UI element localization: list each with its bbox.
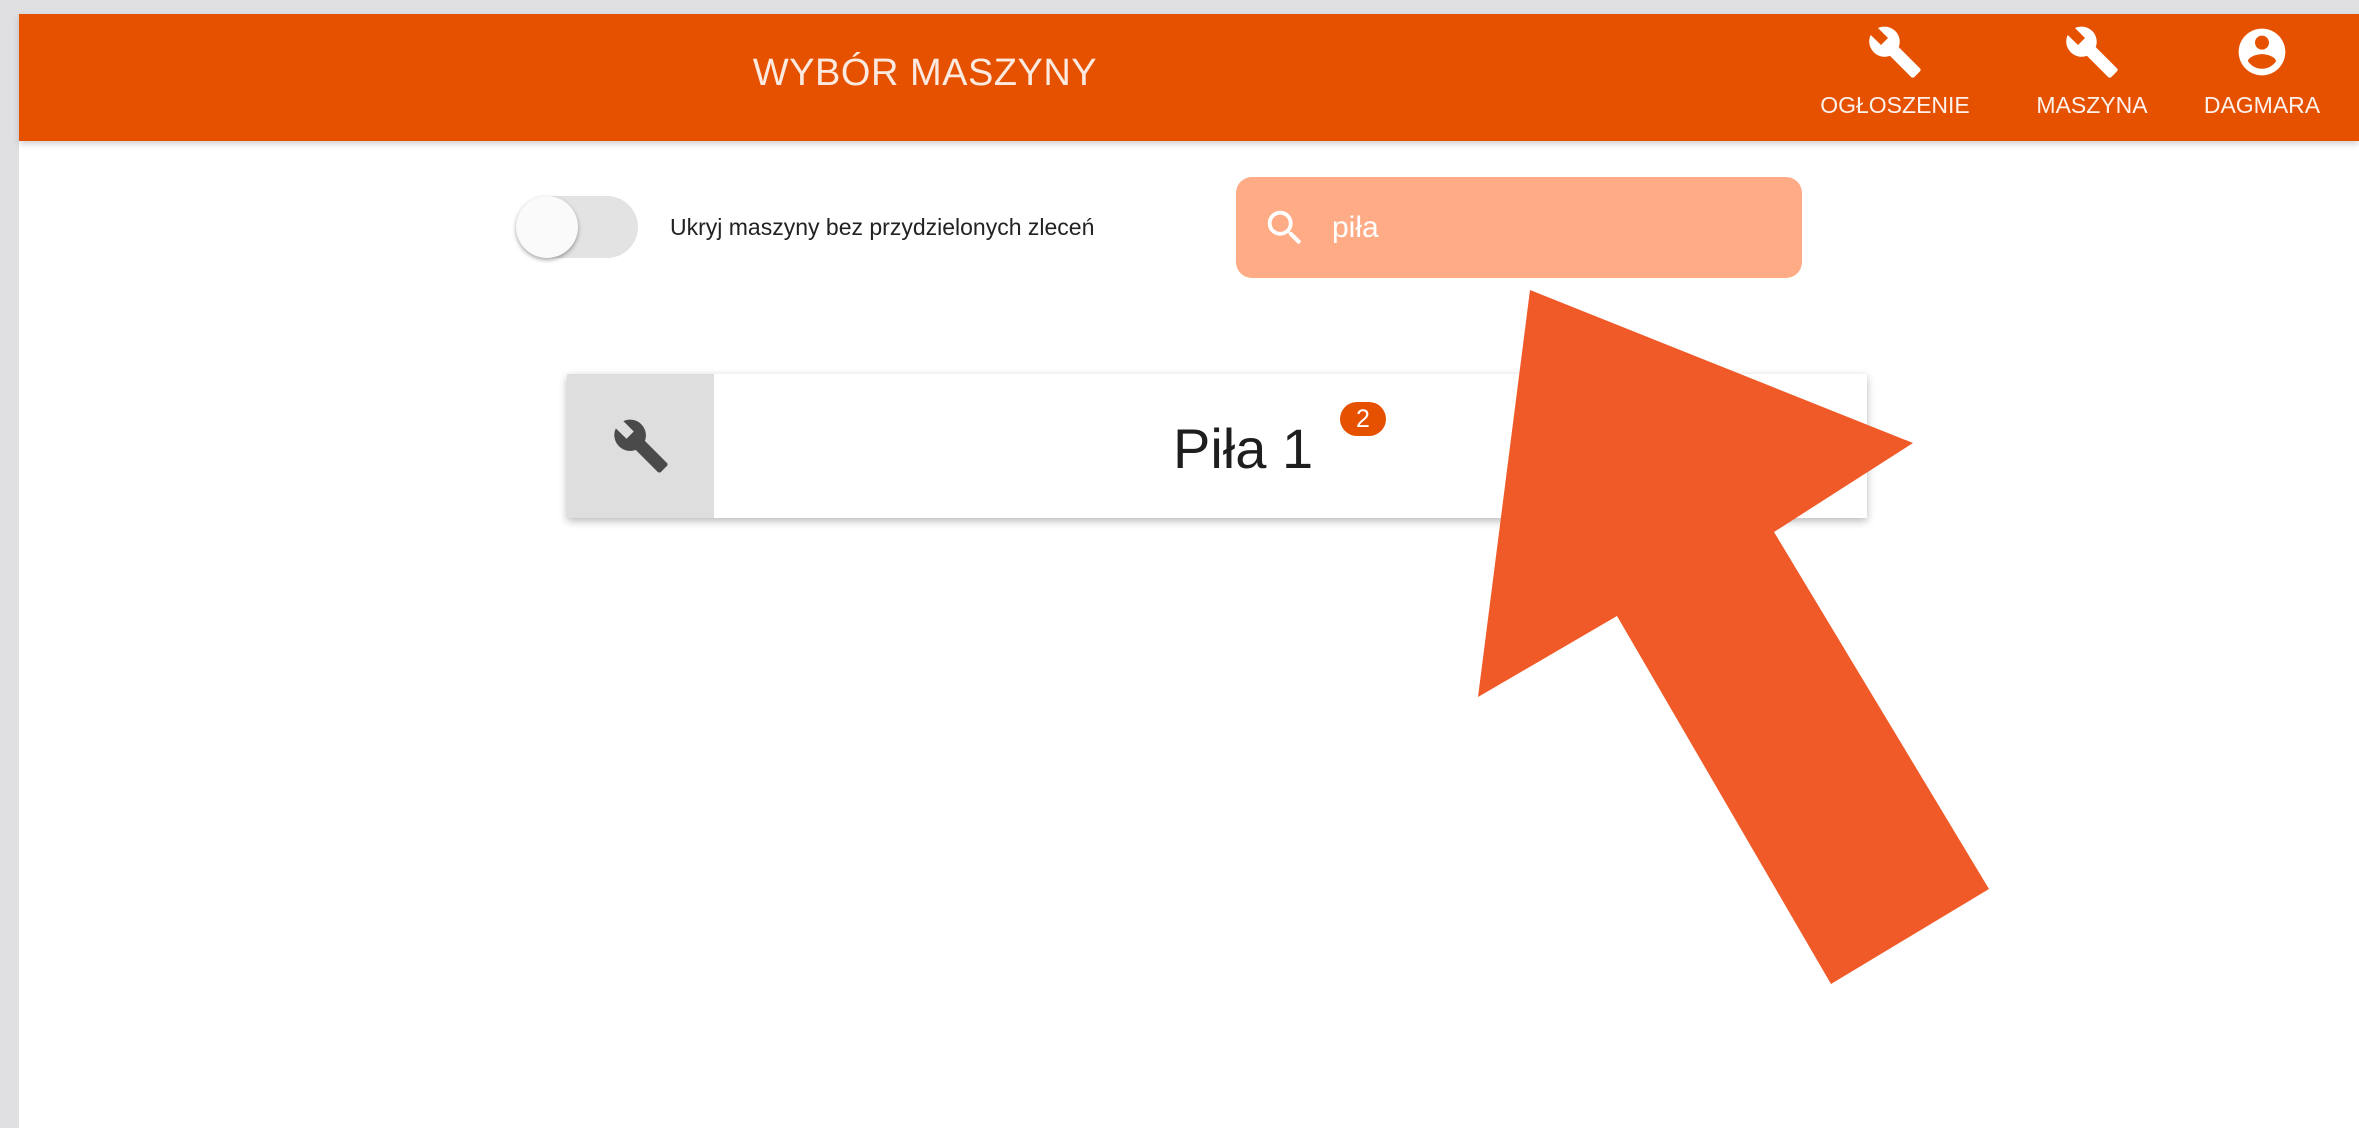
app-header: WYBÓR MASZYNY OGŁOSZENIE MASZYNA DAGMARA xyxy=(19,14,2359,141)
toggle-label: Ukryj maszyny bez przydzielonych zleceń xyxy=(670,213,1095,240)
machine-icon-cell xyxy=(567,374,714,518)
toggle-thumb[interactable] xyxy=(516,196,578,258)
nav-button-ogloszenie[interactable]: OGŁOSZENIE xyxy=(1804,24,1986,136)
wrench-icon xyxy=(2066,26,2118,78)
machine-name: Piła 1 xyxy=(1173,417,1314,480)
nav-button-user[interactable]: DAGMARA xyxy=(2187,24,2337,136)
search-icon xyxy=(1267,210,1302,244)
account-circle-icon xyxy=(2238,28,2286,76)
order-count-badge: 2 xyxy=(1340,402,1386,436)
machine-card[interactable]: Piła 1 xyxy=(567,374,1867,518)
hide-machines-toggle[interactable]: Ukryj maszyny bez przydzielonych zleceń xyxy=(516,196,1094,258)
page-title: WYBÓR MASZYNY xyxy=(752,52,1098,94)
nav-label-maszyna: MASZYNA xyxy=(2036,92,2148,118)
wrench-icon xyxy=(613,419,668,473)
nav-label-user: DAGMARA xyxy=(2203,92,2321,118)
wrench-icon xyxy=(1869,26,1921,78)
app-window: WYBÓR MASZYNY OGŁOSZENIE MASZYNA DAGMARA xyxy=(19,14,2359,1128)
search-input[interactable] xyxy=(1332,210,1772,245)
nav-label-ogloszenie: OGŁOSZENIE xyxy=(1820,92,1970,118)
toggle-track[interactable] xyxy=(516,196,638,258)
search-box[interactable] xyxy=(1236,177,1802,278)
nav-button-maszyna[interactable]: MASZYNA xyxy=(2017,24,2167,136)
machine-name-cell: Piła 1 xyxy=(714,374,1867,518)
